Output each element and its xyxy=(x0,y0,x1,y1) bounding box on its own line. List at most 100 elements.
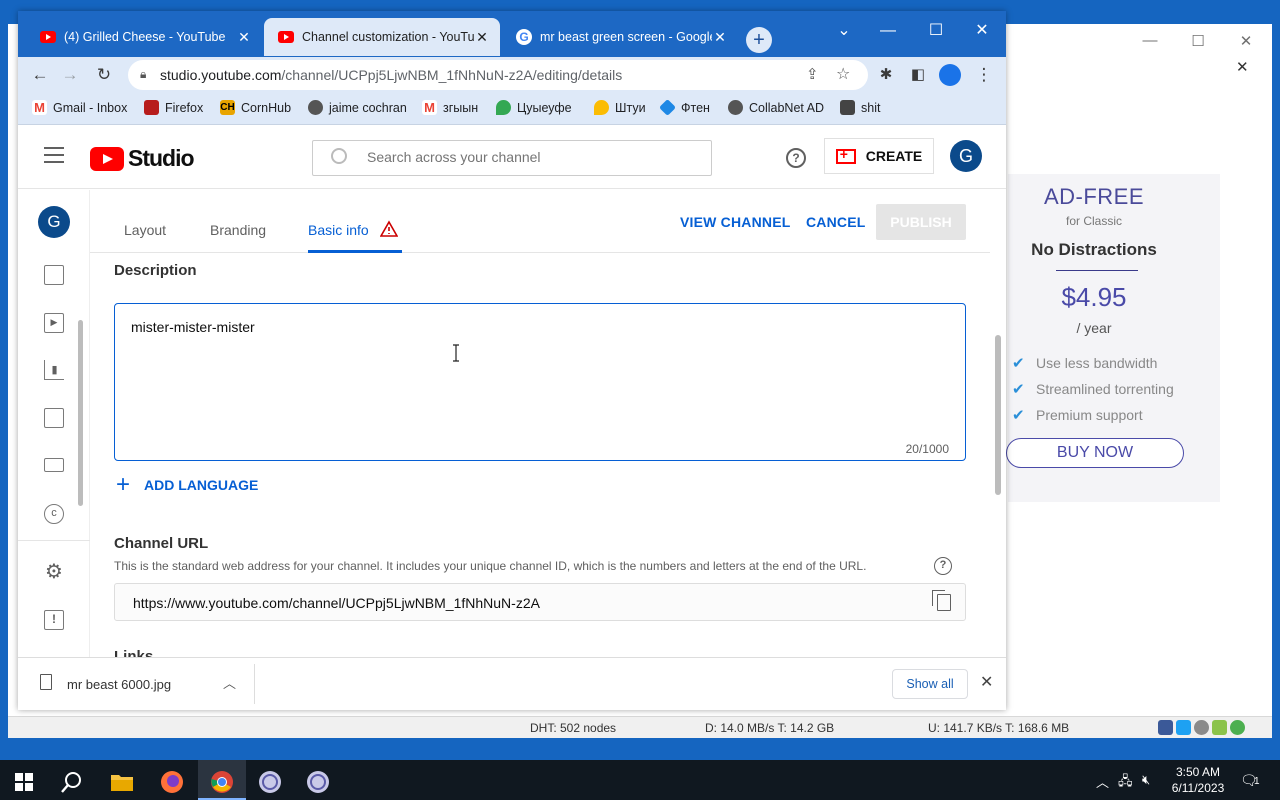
bookmark-item[interactable]: CollabNet AD xyxy=(728,100,824,115)
hamburger-menu-icon[interactable] xyxy=(44,147,64,163)
search-input[interactable] xyxy=(367,149,687,165)
share-icon[interactable]: ⇪ xyxy=(806,65,819,83)
file-explorer-icon[interactable] xyxy=(102,764,142,800)
bookmark-item[interactable]: Фтен xyxy=(659,99,710,116)
feedback-icon[interactable]: ! xyxy=(44,610,64,630)
channel-url-value[interactable]: https://www.youtube.com/channel/UCPpj5Lj… xyxy=(133,595,540,611)
browser-tab-active[interactable]: Channel customization - YouTube Studio ✕ xyxy=(264,18,500,56)
close-icon[interactable]: ✕ xyxy=(980,672,993,692)
copy-icon[interactable] xyxy=(932,590,951,611)
chevron-up-icon[interactable]: ︿ xyxy=(223,673,236,692)
search-box[interactable] xyxy=(312,140,712,176)
content-icon[interactable]: ▶ xyxy=(44,313,64,333)
subtitles-icon[interactable] xyxy=(44,458,64,472)
ad-subtitle: for Classic xyxy=(1065,214,1122,228)
extensions-icon[interactable]: ✱ xyxy=(872,61,900,89)
volume-icon[interactable]: 🔇︎ xyxy=(1142,772,1150,788)
file-icon xyxy=(40,674,52,690)
globe-icon[interactable] xyxy=(1194,720,1209,735)
lock-icon[interactable]: 🔒︎ xyxy=(140,67,146,82)
plus-icon: + xyxy=(116,471,131,498)
bookmark-item[interactable]: CH CornHub xyxy=(220,100,291,115)
firefox-icon[interactable] xyxy=(152,764,192,800)
close-tab-icon[interactable]: ✕ xyxy=(474,29,490,46)
bookmark-item[interactable]: M Gmail - Inbox xyxy=(32,100,127,115)
bookmark-item[interactable]: jaime cochran xyxy=(308,100,407,115)
back-icon[interactable]: ← xyxy=(26,61,54,89)
menu-kebab-icon[interactable]: ⋮ xyxy=(970,61,998,89)
cancel-button[interactable]: CANCEL xyxy=(806,214,866,230)
help-icon[interactable]: ? xyxy=(786,148,806,168)
sidebar-divider xyxy=(18,540,90,541)
create-video-icon xyxy=(835,146,856,164)
new-tab-button[interactable]: + xyxy=(746,27,772,53)
side-panel-icon[interactable]: ◧ xyxy=(904,61,932,89)
android-icon[interactable] xyxy=(1212,720,1227,735)
download-filename[interactable]: mr beast 6000.jpg xyxy=(67,677,171,692)
show-all-button[interactable]: Show all xyxy=(892,669,968,699)
close-icon[interactable]: ✕ xyxy=(1234,32,1258,52)
tab-branding[interactable]: Branding xyxy=(210,222,266,238)
globe-icon xyxy=(308,100,323,115)
maps-pin-icon xyxy=(594,100,609,115)
youtube-icon xyxy=(40,31,56,43)
bookmark-item[interactable]: Firefox xyxy=(144,100,203,115)
description-text[interactable]: mister-mister-mister xyxy=(131,319,255,335)
maximize-icon[interactable]: ☐ xyxy=(1186,32,1210,52)
ad-close-icon[interactable]: ✕ xyxy=(1236,58,1249,76)
torrent-app-icon[interactable] xyxy=(298,764,338,800)
profile-icon[interactable] xyxy=(936,61,964,89)
torrent-app-icon[interactable] xyxy=(250,764,290,800)
chrome-icon[interactable] xyxy=(202,764,242,800)
dashboard-icon[interactable] xyxy=(44,265,64,285)
create-button[interactable]: CREATE xyxy=(824,138,934,174)
description-textarea[interactable]: mister-mister-mister 20/1000 xyxy=(114,303,966,461)
chevron-up-icon[interactable]: ︿ xyxy=(1096,772,1109,791)
character-count: 20/1000 xyxy=(905,442,949,456)
maximize-icon[interactable]: ☐ xyxy=(918,17,954,45)
clock-date: 6/11/2023 xyxy=(1171,781,1225,795)
browser-tab[interactable]: G mr beast green screen - Google Search … xyxy=(502,18,738,56)
content-scrollbar[interactable] xyxy=(995,335,1001,495)
minimize-icon[interactable]: — xyxy=(870,17,906,45)
add-language-button[interactable]: + ADD LANGUAGE xyxy=(116,471,258,498)
search-icon[interactable] xyxy=(52,764,92,800)
twitter-icon[interactable] xyxy=(1176,720,1191,735)
forward-icon[interactable]: → xyxy=(56,61,84,89)
comments-icon[interactable] xyxy=(44,408,64,428)
account-avatar[interactable]: G xyxy=(950,140,982,172)
copyright-icon[interactable]: c xyxy=(44,504,64,524)
close-tab-icon[interactable]: ✕ xyxy=(712,29,728,46)
close-tab-icon[interactable]: ✕ xyxy=(236,29,252,46)
view-channel-button[interactable]: VIEW CHANNEL xyxy=(680,214,791,230)
studio-logo[interactable]: Studio xyxy=(90,145,195,172)
bookmark-star-icon[interactable]: ☆ xyxy=(836,64,850,84)
network-icon[interactable]: 🖧︎ xyxy=(1118,772,1133,794)
channel-url-field[interactable]: https://www.youtube.com/channel/UCPpj5Lj… xyxy=(114,583,966,621)
bookmark-item[interactable]: Mзгыын xyxy=(422,100,478,115)
tab-layout[interactable]: Layout xyxy=(124,222,166,238)
minimize-icon[interactable]: — xyxy=(1138,32,1162,52)
bookmark-item[interactable]: shit xyxy=(840,100,880,115)
publish-button[interactable]: PUBLISH xyxy=(876,204,966,240)
url-text[interactable]: studio.youtube.com/channel/UCPpj5LjwNBM_… xyxy=(160,67,622,83)
analytics-icon[interactable]: ▮ xyxy=(44,360,64,380)
bookmark-item[interactable]: Цуыеуфе xyxy=(496,100,572,115)
bookmark-item[interactable]: Штуи xyxy=(594,100,646,115)
windows-start-icon[interactable] xyxy=(4,764,44,800)
facebook-icon[interactable] xyxy=(1158,720,1173,735)
tab-search-icon[interactable]: ⌄ xyxy=(826,17,862,45)
channel-avatar[interactable]: G xyxy=(38,206,70,238)
taskbar-clock[interactable]: 3:50 AM 6/11/2023 xyxy=(1166,764,1230,796)
close-window-icon[interactable]: ✕ xyxy=(964,17,1000,45)
help-icon[interactable]: ? xyxy=(934,557,952,575)
sidebar-scrollbar[interactable] xyxy=(78,320,83,506)
address-bar[interactable]: 🔒︎ studio.youtube.com/channel/UCPpj5LjwN… xyxy=(128,60,868,90)
settings-icon[interactable]: ⚙ xyxy=(44,562,64,582)
tab-basic-info[interactable]: Basic info xyxy=(308,222,369,238)
youtube-icon xyxy=(278,31,294,43)
browser-tab[interactable]: (4) Grilled Cheese - YouTube ✕ xyxy=(26,18,262,56)
browser-toolbar: ← → ↻ 🔒︎ studio.youtube.com/channel/UCPp… xyxy=(18,57,1006,93)
buy-now-button[interactable]: BUY NOW xyxy=(1006,438,1184,468)
reload-icon[interactable]: ↻ xyxy=(90,61,118,89)
